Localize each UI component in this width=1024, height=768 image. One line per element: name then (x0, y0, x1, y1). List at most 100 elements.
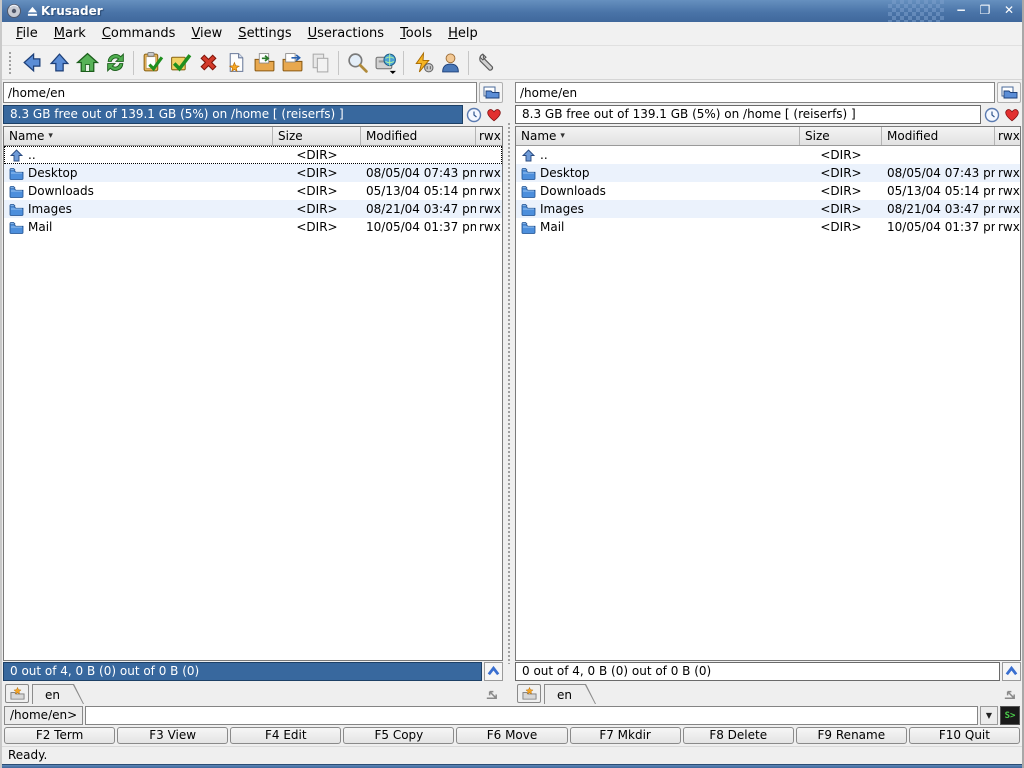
file-modified: 10/05/04 01:37 pm (887, 220, 995, 234)
duplicate-icon (309, 51, 332, 74)
f8-delete-button[interactable]: F8 Delete (682, 727, 794, 744)
right-header-modified[interactable]: Modified (882, 127, 995, 145)
right-header-name[interactable]: Name ▾ (516, 127, 800, 145)
left-file-list: Name ▾ Size Modified rwx .. <DIR> Desktop… (3, 126, 503, 661)
table-row[interactable]: Images <DIR> 08/21/04 03:47 pm rwx (516, 200, 1020, 218)
folder-icon (521, 221, 536, 234)
right-header-size[interactable]: Size (800, 127, 882, 145)
terminal-emulator-button[interactable]: S> (1000, 706, 1020, 725)
right-open-dir-button[interactable] (997, 82, 1021, 103)
left-header-name[interactable]: Name ▾ (4, 127, 273, 145)
menu-file[interactable]: File (8, 23, 46, 44)
app-menu-icon[interactable] (6, 3, 22, 19)
right-totals-expand-button[interactable] (1002, 662, 1021, 681)
menu-bar: File Mark Commands View Settings Useract… (2, 22, 1022, 46)
home-icon (76, 51, 99, 74)
folder-icon (9, 167, 24, 180)
lock-tab-icon (1002, 686, 1017, 701)
menu-useractions[interactable]: Useractions (300, 23, 392, 44)
refresh-button[interactable] (101, 49, 129, 77)
minimize-button[interactable]: − (952, 3, 970, 19)
paste-button[interactable] (138, 49, 166, 77)
table-row[interactable]: Desktop <DIR> 08/05/04 07:43 pm rwx (4, 164, 502, 182)
right-tab-en[interactable]: en (544, 684, 596, 704)
toolbar-drag-handle[interactable] (8, 50, 13, 75)
delete-button[interactable] (194, 49, 222, 77)
right-bookmarks-button[interactable] (1003, 106, 1021, 123)
f2-term-button[interactable]: F2 Term (4, 727, 116, 744)
f4-edit-button[interactable]: F4 Edit (230, 727, 342, 744)
left-open-dir-button[interactable] (479, 82, 503, 103)
command-history-dropdown[interactable]: ▼ (980, 706, 998, 725)
mount-manager-button[interactable] (371, 49, 399, 77)
left-header-rwx[interactable]: rwx (476, 127, 502, 145)
right-new-tab-button[interactable] (517, 684, 541, 703)
home-button[interactable] (73, 49, 101, 77)
menu-commands[interactable]: Commands (94, 23, 184, 44)
right-history-button[interactable] (983, 106, 1001, 123)
useractions-icon (411, 51, 434, 74)
left-media-info-bar[interactable]: 8.3 GB free out of 139.1 GB (5%) on /hom… (3, 105, 463, 124)
command-line-input[interactable] (85, 706, 978, 725)
table-row[interactable]: Downloads <DIR> 05/13/04 05:14 pm rwx (516, 182, 1020, 200)
panel-splitter[interactable] (503, 82, 515, 704)
konfigurator-button[interactable] (473, 49, 501, 77)
list-empty-space[interactable] (516, 236, 1020, 660)
file-size: <DIR> (296, 220, 338, 234)
menu-mark[interactable]: Mark (46, 23, 94, 44)
right-file-list: Name ▾ Size Modified rwx .. <DIR> Desktop… (515, 126, 1021, 661)
left-new-tab-button[interactable] (5, 684, 29, 703)
new-file-button[interactable] (222, 49, 250, 77)
close-button[interactable]: ✕ (1000, 3, 1018, 19)
menu-view[interactable]: View (183, 23, 230, 44)
list-empty-space[interactable] (4, 236, 502, 660)
left-tab-en[interactable]: en (32, 684, 84, 704)
right-header-rwx[interactable]: rwx (995, 127, 1020, 145)
f10-quit-button[interactable]: F10 Quit (908, 727, 1020, 744)
table-row-updir[interactable]: .. <DIR> (516, 146, 1020, 164)
table-row[interactable]: Downloads <DIR> 05/13/04 05:14 pm rwx (4, 182, 502, 200)
left-history-button[interactable] (465, 106, 483, 123)
search-button[interactable] (343, 49, 371, 77)
file-modified: 10/05/04 01:37 pm (366, 220, 476, 234)
open-dir-icon (482, 85, 500, 101)
table-row[interactable]: Images <DIR> 08/21/04 03:47 pm rwx (4, 200, 502, 218)
delete-x-icon (197, 51, 220, 74)
restore-button[interactable]: ❐ (976, 3, 994, 19)
file-name: Downloads (540, 184, 606, 198)
f9-rename-button[interactable]: F9 Rename (795, 727, 907, 744)
up-dir-icon (9, 149, 24, 162)
move-button[interactable] (278, 49, 306, 77)
left-bookmarks-button[interactable] (485, 106, 503, 123)
user-profile-button[interactable] (436, 49, 464, 77)
left-header-size[interactable]: Size (273, 127, 361, 145)
f6-move-button[interactable]: F6 Move (456, 727, 568, 744)
copy-button[interactable] (250, 49, 278, 77)
left-header-modified[interactable]: Modified (361, 127, 476, 145)
menu-settings[interactable]: Settings (230, 23, 299, 44)
menu-tools[interactable]: Tools (392, 23, 440, 44)
table-row[interactable]: Desktop <DIR> 08/05/04 07:43 pm rwx (516, 164, 1020, 182)
table-row-updir[interactable]: .. <DIR> (4, 146, 502, 164)
back-button[interactable] (17, 49, 45, 77)
select-group-button[interactable] (166, 49, 194, 77)
f5-copy-button[interactable]: F5 Copy (343, 727, 455, 744)
folder-icon (521, 167, 536, 180)
right-path-input[interactable] (515, 82, 995, 103)
title-bar[interactable]: Krusader − ❐ ✕ (2, 0, 1022, 22)
folder-icon (9, 221, 24, 234)
refresh-icon (104, 51, 127, 74)
f7-mkdir-button[interactable]: F7 Mkdir (569, 727, 681, 744)
menu-help[interactable]: Help (440, 23, 486, 44)
right-tab-bar: en (515, 681, 1021, 704)
useractions-button[interactable] (408, 49, 436, 77)
file-name: Desktop (540, 166, 590, 180)
right-media-info-bar[interactable]: 8.3 GB free out of 139.1 GB (5%) on /hom… (515, 105, 981, 124)
table-row[interactable]: Mail <DIR> 10/05/04 01:37 pm rwx (4, 218, 502, 236)
up-button[interactable] (45, 49, 73, 77)
left-totals-expand-button[interactable] (484, 662, 503, 681)
left-path-input[interactable] (3, 82, 477, 103)
tab-label: en (557, 687, 572, 702)
table-row[interactable]: Mail <DIR> 10/05/04 01:37 pm rwx (516, 218, 1020, 236)
f3-view-button[interactable]: F3 View (117, 727, 229, 744)
